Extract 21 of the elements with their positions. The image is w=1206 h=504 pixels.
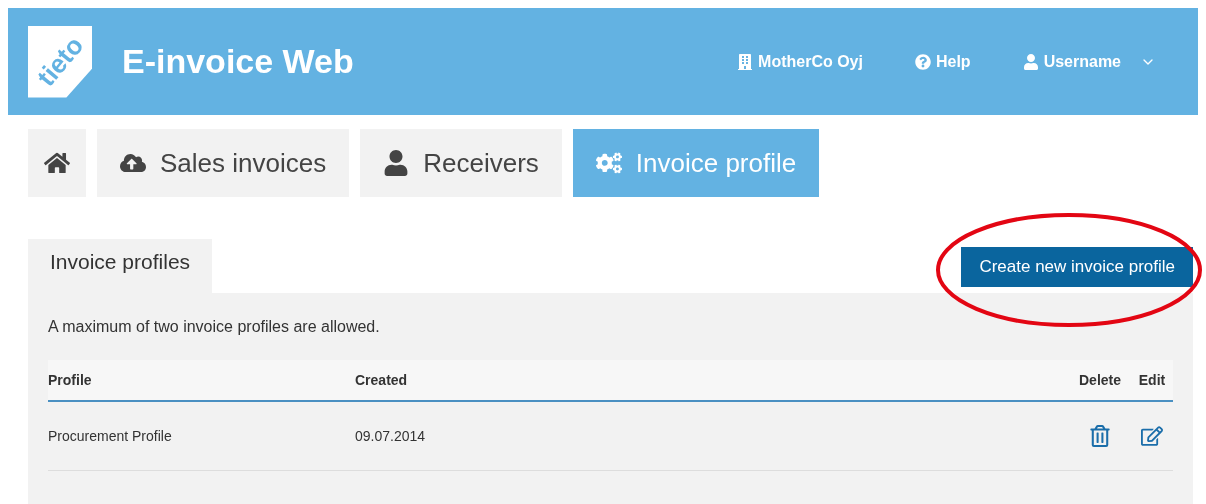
help-icon (914, 53, 931, 70)
create-profile-button[interactable]: Create new invoice profile (961, 247, 1193, 287)
edit-icon[interactable] (1141, 425, 1163, 447)
user-icon (383, 150, 410, 176)
column-header: Edit (1138, 372, 1166, 388)
info-text: A maximum of two invoice profiles are allowed. (48, 318, 381, 336)
table-cell: 09.07.2014 (355, 428, 426, 444)
gears-icon (595, 150, 622, 176)
delete-icon[interactable] (1089, 425, 1111, 447)
user-icon (1022, 53, 1039, 70)
home-tab[interactable] (28, 129, 86, 197)
nav-tab[interactable]: Sales invoices (97, 129, 350, 197)
nav-tab[interactable]: Receivers (360, 129, 562, 197)
home-icon (44, 150, 70, 176)
panel-tab[interactable]: Invoice profiles (28, 239, 213, 293)
column-header: Created (355, 372, 408, 388)
column-header: Profile (48, 372, 92, 388)
app-title: E-invoice Web (122, 42, 355, 81)
column-header: Delete (1079, 372, 1121, 388)
table-cell: Procurement Profile (48, 428, 172, 444)
building-icon (737, 53, 754, 70)
